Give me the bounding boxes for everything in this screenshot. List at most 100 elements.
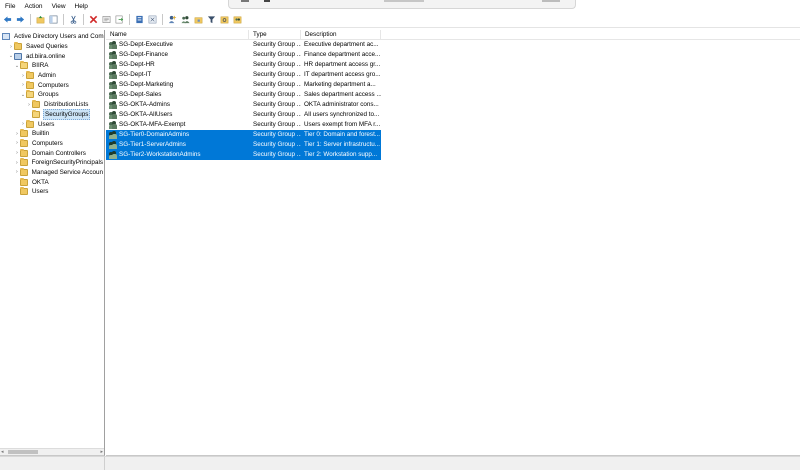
tree-node[interactable]: ⌄ ad.biira.online: [0, 51, 104, 61]
add-to-group-icon: [233, 16, 242, 24]
details-pane[interactable]: Name Type Description SG-Dept-Executive S…: [106, 30, 800, 456]
tree-node[interactable]: › Users: [0, 119, 104, 129]
cell-type: Security Group ...: [253, 121, 301, 128]
tree-node[interactable]: › Admin: [0, 71, 104, 81]
tree-node-label: Builtin: [32, 130, 50, 138]
cell-description: Tier 1: Server infrastructu...: [304, 141, 381, 148]
column-header-description[interactable]: Description: [301, 30, 381, 39]
column-header-name[interactable]: Name: [106, 30, 249, 39]
new-group-icon: [181, 16, 190, 24]
list-header: Name Type Description: [106, 30, 800, 40]
title-bar-control: [264, 0, 270, 2]
tree-node[interactable]: OKTA: [0, 177, 104, 187]
show-console-tree-icon: [49, 15, 58, 24]
menu-file[interactable]: File: [0, 2, 19, 12]
find-button[interactable]: [219, 14, 230, 25]
refresh-button[interactable]: [114, 14, 125, 25]
security-group-icon: [109, 61, 117, 69]
cell-name: SG-Dept-Sales: [106, 90, 249, 100]
show-hide-tree-button[interactable]: [48, 14, 59, 25]
folder-icon: [14, 42, 22, 51]
toolbar: [0, 12, 800, 28]
new-group-button[interactable]: [180, 14, 191, 25]
filter-button[interactable]: [206, 14, 217, 25]
list-row[interactable]: SG-Dept-Marketing Security Group ... Marke…: [106, 80, 800, 90]
cell-description: Tier 2: Workstation supp...: [304, 151, 378, 158]
list-row[interactable]: SG-Tier0-DomainAdmins Security Group ... T…: [106, 130, 381, 140]
tree-node[interactable]: › Managed Service Accoun: [0, 167, 104, 178]
list-row[interactable]: SG-Dept-HR Security Group ... HR departmen…: [106, 60, 800, 70]
scroll-left-icon[interactable]: ◂: [1, 449, 4, 455]
tree-node[interactable]: › ForeignSecurityPrincipals: [0, 158, 104, 168]
list-row[interactable]: SG-Dept-Sales Security Group ... Sales dep…: [106, 90, 800, 100]
tree-node-label: DistributionLists: [44, 101, 89, 109]
menu-action[interactable]: Action: [19, 2, 46, 12]
tree-node-label: ForeignSecurityPrincipals: [31, 159, 103, 167]
status-bar-segment: [105, 457, 800, 470]
tree-node-label: Users: [38, 120, 55, 128]
scroll-thumb[interactable]: [8, 450, 38, 454]
list-row[interactable]: SG-OKTA-MFA-Exempt Security Group ... User…: [106, 120, 800, 130]
status-bar: [0, 456, 800, 470]
column-header-type[interactable]: Type: [249, 30, 301, 39]
ou-folder-icon: [20, 177, 28, 186]
list-row[interactable]: SG-Tier1-ServerAdmins Security Group ... T…: [106, 140, 381, 150]
domain-icon: [14, 52, 22, 60]
new-user-button[interactable]: [167, 14, 178, 25]
cell-type: Security Group ...: [253, 101, 301, 108]
tree-horizontal-scrollbar[interactable]: ◂ ▸: [0, 448, 104, 455]
cell-description: Executive department ac...: [304, 41, 379, 48]
tree-node[interactable]: ⌄ BIIRA: [0, 61, 104, 71]
list-row[interactable]: SG-OKTA-Admins Security Group ... OKTA adm…: [106, 100, 800, 110]
help-button[interactable]: [147, 14, 158, 25]
menu-view[interactable]: View: [47, 2, 70, 12]
tree-node-label: Active Directory Users and Comp: [14, 33, 105, 41]
up-one-level-button[interactable]: [35, 14, 46, 25]
list-row[interactable]: SG-Dept-Executive Security Group ... Execu…: [106, 40, 800, 50]
back-button[interactable]: [2, 14, 13, 25]
delete-button[interactable]: [88, 14, 99, 25]
new-ou-button[interactable]: [193, 14, 204, 25]
cut-button[interactable]: [68, 14, 79, 25]
forward-button[interactable]: [15, 14, 26, 25]
cell-type: Security Group ...: [253, 141, 301, 148]
toolbar-separator: [30, 14, 31, 25]
group-name: SG-Dept-Finance: [119, 51, 168, 58]
security-group-icon: [109, 91, 117, 99]
tree-node[interactable]: ⌄ Groups: [0, 90, 104, 100]
security-group-icon: [109, 151, 117, 159]
properties-button[interactable]: [101, 14, 112, 25]
find-icon: [220, 16, 229, 24]
expand-chevron-icon[interactable]: ›: [14, 168, 20, 176]
tree-node[interactable]: Active Directory Users and Comp: [0, 32, 104, 42]
security-group-icon: [109, 141, 117, 149]
menu-help[interactable]: Help: [70, 2, 92, 12]
ou-folder-icon: [26, 90, 34, 99]
tree-node[interactable]: › Computers: [0, 80, 104, 90]
tree-node[interactable]: SecurityGroups: [0, 108, 104, 120]
filter-icon: [207, 16, 216, 24]
tree-node-label: BIIRA: [32, 62, 49, 70]
folder-icon: [20, 187, 28, 196]
export-list-button[interactable]: [134, 14, 145, 25]
expand-chevron-icon[interactable]: ›: [14, 159, 20, 167]
tree-node[interactable]: › Saved Queries: [0, 42, 104, 52]
scroll-right-icon[interactable]: ▸: [100, 449, 103, 455]
tree-node-label: Computers: [38, 81, 69, 89]
tree-node[interactable]: › Computers: [0, 138, 104, 149]
tree-node[interactable]: › Domain Controllers: [0, 148, 104, 158]
list-row[interactable]: SG-Tier2-WorkstationAdmins Security Group…: [106, 150, 381, 160]
tree-node[interactable]: Users: [0, 187, 104, 197]
group-name: SG-OKTA-Admins: [119, 101, 170, 108]
tree-node[interactable]: › Builtin: [0, 129, 104, 139]
add-to-group-button[interactable]: [232, 14, 243, 25]
console-tree-pane[interactable]: Active Directory Users and Comp › Saved Qu…: [0, 30, 105, 456]
security-group-icon: [109, 131, 117, 139]
list-row[interactable]: SG-Dept-Finance Security Group ... Finance…: [106, 50, 800, 60]
cell-type: Security Group ...: [253, 111, 301, 118]
list-row[interactable]: SG-Dept-IT Security Group ... IT departmen…: [106, 70, 800, 80]
list-row[interactable]: SG-OKTA-AllUsers Security Group ... All us…: [106, 110, 800, 120]
cell-name: SG-Dept-Marketing: [106, 80, 249, 90]
up-folder-icon: [36, 15, 45, 24]
security-group-icon: [109, 81, 117, 89]
